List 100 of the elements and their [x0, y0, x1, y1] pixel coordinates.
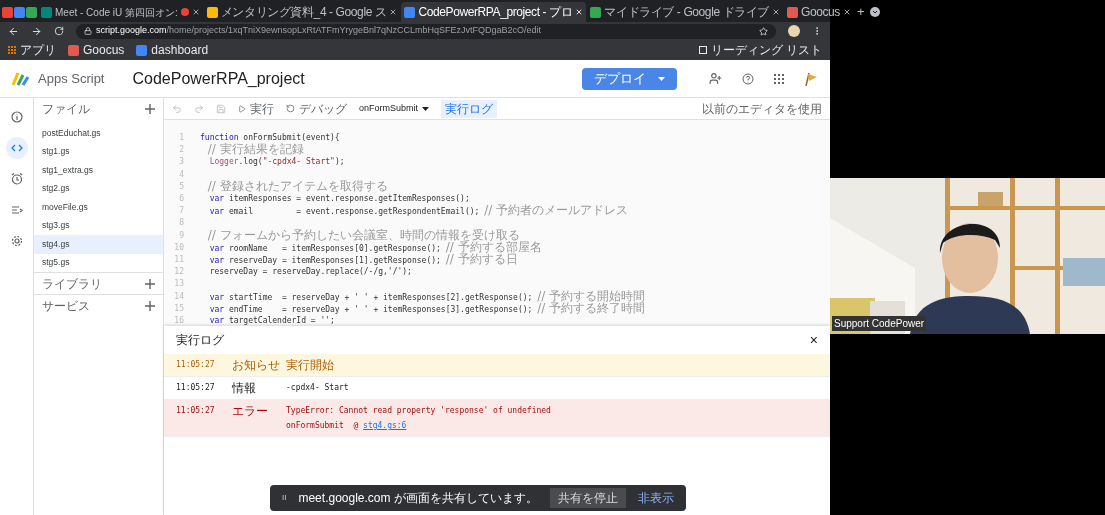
add-person-icon[interactable] — [709, 72, 722, 85]
reading-list-button[interactable]: リーディング リスト — [698, 41, 822, 59]
files-heading: ファイル — [42, 101, 90, 118]
share-message: meet.google.com が画面を共有しています。 — [298, 490, 538, 507]
add-icon[interactable] — [145, 278, 155, 289]
play-icon — [238, 104, 246, 113]
log-time: 11:05:27 — [176, 382, 216, 394]
legacy-editor-link[interactable]: 以前のエディタを使用 — [702, 99, 822, 118]
log-time: 11:05:27 — [176, 405, 216, 417]
hide-link[interactable]: 非表示 — [637, 489, 674, 507]
browser-tab[interactable]: Meet - Code iU 第四回オン: — [38, 2, 203, 22]
participant-name: Support CodePower — [832, 316, 927, 331]
code-line: var email = event.response.getRespondentEmail(); // 予約者のメールアドレス — [208, 204, 629, 219]
new-tab-button[interactable]: + — [857, 2, 865, 22]
profile-avatar[interactable] — [788, 25, 800, 37]
project-title[interactable]: CodePowerRPA_project — [132, 66, 305, 91]
run-button[interactable]: 実行 — [238, 99, 274, 118]
line-number: 6 — [178, 193, 184, 206]
caret-icon — [658, 76, 665, 81]
back-icon[interactable] — [8, 25, 19, 37]
log-message: 実行開始 — [286, 358, 334, 372]
source-link[interactable]: stg4.gs:6 — [363, 421, 407, 430]
line-number: 5 — [178, 180, 184, 193]
product-name: Apps Script — [38, 69, 105, 88]
file-item[interactable]: moveFile.gs — [34, 198, 163, 217]
add-file-icon[interactable] — [145, 104, 155, 114]
star-icon[interactable] — [759, 26, 768, 36]
file-item[interactable]: stg1.gs — [34, 142, 163, 161]
log-button[interactable]: 実行ログ — [441, 99, 498, 118]
code-line: var itemResponses = event.response.getItemResponses(); — [208, 193, 470, 206]
code-line: // 実行結果を記録 — [206, 143, 304, 157]
browser-tab[interactable]: CodePowerRPA_project - プロ — [401, 2, 587, 22]
goocus-icon — [68, 44, 79, 56]
script-icon — [136, 44, 148, 56]
file-item[interactable]: postEduchat.gs — [34, 124, 163, 143]
reload-icon[interactable] — [54, 26, 64, 36]
file-item[interactable]: stg3.gs — [34, 216, 163, 235]
line-number: 15 — [173, 302, 184, 315]
caret-icon — [422, 106, 430, 111]
line-number: 4 — [178, 168, 184, 181]
bookmark[interactable]: dashboard — [136, 41, 209, 59]
line-number: 12 — [173, 266, 184, 279]
close-icon[interactable] — [575, 8, 584, 16]
code-line: var targetCalenderId = ''; — [208, 314, 335, 326]
close-icon[interactable] — [191, 8, 200, 16]
info-icon — [10, 111, 23, 123]
line-number: 11 — [173, 253, 184, 266]
browser-tab[interactable]: マイドライブ - Google ドライブ — [587, 2, 783, 22]
debug-icon — [286, 104, 295, 113]
stack-trace: onFormSubmit @ stg4.gs:6 — [286, 420, 408, 432]
code-line: // 登録されたアイテムを取得する — [206, 179, 388, 194]
debug-button[interactable]: デバッグ — [286, 99, 347, 118]
file-item[interactable]: stg1_extra.gs — [34, 161, 163, 180]
rail-button[interactable] — [5, 137, 28, 159]
section-heading: サービス — [42, 297, 90, 315]
line-number: 16 — [173, 314, 184, 326]
add-icon[interactable] — [145, 300, 155, 311]
code-line: Logger.log("-cpdx4- Start"); — [208, 156, 345, 169]
log-title: 実行ログ — [176, 332, 224, 349]
close-button[interactable]: × — [809, 329, 818, 351]
apps-grid-icon — [8, 46, 16, 54]
close-icon[interactable] — [843, 8, 851, 16]
log-level: エラー — [232, 404, 269, 418]
menu-icon[interactable] — [869, 7, 880, 17]
line-number: 2 — [178, 144, 184, 157]
line-number: 10 — [173, 241, 184, 254]
address-field[interactable]: script.google.com/home/projects/1xqTniX9ewnsopLxRtATFmYrygeBnl7qNzCCLmbHqSFEzJvtFQDgaB2cO/edit — [76, 23, 776, 39]
help-icon[interactable] — [742, 72, 754, 85]
code-icon — [10, 142, 23, 154]
stop-sharing-button[interactable]: 共有を停止 — [549, 488, 626, 508]
browser-tab[interactable]: メンタリング資料_4 - Google ス — [203, 2, 401, 22]
section-heading: ライブラリ — [42, 275, 102, 293]
browser-tab[interactable]: Goocus — [784, 2, 854, 22]
code-line: reserveDay = reserveDay.replace(/-/g,'/'); — [208, 266, 412, 279]
deploy-button[interactable]: デプロイ — [582, 67, 677, 90]
file-item[interactable]: stg2.gs — [34, 179, 163, 198]
url-text: script.google.com/home/projects/1xqTniX9ewnsopLxRtATFmYrygeBnl7qNzCCLmbHqSFEzJvtFQDgaB2cO/edit — [96, 24, 542, 38]
code-line: function onFormSubmit(event){ — [200, 132, 340, 143]
forward-icon[interactable] — [31, 25, 42, 37]
function-dropdown[interactable]: onFormSubmit — [359, 101, 430, 116]
log-level: 情報 — [232, 381, 257, 395]
close-icon[interactable] — [389, 8, 398, 16]
flag-icon[interactable] — [804, 71, 818, 86]
code-line: var endTime = reserveDay + ' ' + itemResponses[3].getResponse(); // 予約する終了時間 — [208, 301, 646, 316]
log-level: お知らせ — [232, 358, 281, 372]
log-message: TypeError: Cannot read property 'response' of undefined — [286, 405, 551, 417]
file-item[interactable]: stg5.gs — [34, 253, 163, 272]
drag-handle[interactable]: II — [282, 492, 287, 504]
apps-grid-icon[interactable] — [774, 73, 784, 84]
lock-icon — [84, 27, 92, 35]
close-icon[interactable] — [772, 8, 780, 16]
line-number: 1 — [178, 132, 184, 145]
list-icon — [10, 204, 23, 216]
log-message: -cpdx4- Start — [286, 382, 349, 394]
line-number: 13 — [173, 278, 184, 291]
log-time: 11:05:27 — [176, 359, 216, 371]
settings-icon — [10, 235, 23, 247]
file-item[interactable]: stg4.gs — [34, 235, 163, 254]
bookmark[interactable]: アプリ — [8, 41, 56, 59]
bookmark[interactable]: Goocus — [68, 41, 125, 59]
